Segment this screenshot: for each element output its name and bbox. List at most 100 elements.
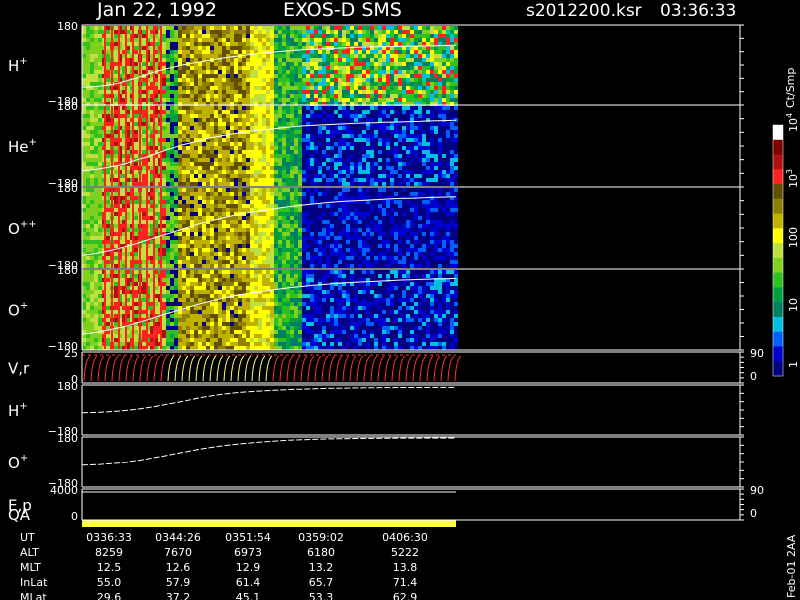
heatmap-cell [290, 46, 294, 50]
heatmap-cell [446, 138, 450, 142]
heatmap-cell [266, 264, 270, 268]
heatmap-cell [354, 38, 358, 42]
heatmap-cell [98, 26, 102, 30]
heatmap-cell [246, 70, 250, 74]
heatmap-cell [214, 30, 218, 34]
heatmap-cell [330, 142, 334, 146]
heatmap-cell [98, 46, 102, 50]
heatmap-cell [254, 196, 258, 200]
heatmap-cell [202, 42, 206, 46]
heatmap-cell [186, 138, 190, 142]
heatmap-cell [310, 162, 314, 166]
heatmap-cell [90, 74, 94, 78]
heatmap-cell [250, 174, 254, 178]
heatmap-cell [222, 94, 226, 98]
heatmap-cell [450, 150, 454, 154]
heatmap-cell [362, 30, 366, 34]
heatmap-cell [402, 158, 406, 162]
heatmap-cell [314, 142, 318, 146]
heatmap-cell [378, 90, 382, 94]
heatmap-cell [250, 244, 254, 248]
heatmap-cell [98, 260, 102, 264]
heatmap-cell [318, 236, 322, 240]
heatmap-cell [170, 142, 174, 146]
heatmap-cell [114, 208, 118, 212]
heatmap-cell [422, 54, 426, 58]
heatmap-cell [190, 122, 194, 126]
heatmap-cell [174, 94, 178, 98]
heatmap-cell [86, 216, 90, 220]
heatmap-cell [274, 66, 278, 70]
heatmap-cell [226, 98, 230, 102]
heatmap-cell [298, 200, 302, 204]
heatmap-cell [426, 46, 430, 50]
heatmap-cell [166, 30, 170, 34]
heatmap-cell [234, 192, 238, 196]
heatmap-cell [190, 110, 194, 114]
heatmap-cell [318, 196, 322, 200]
heatmap-cell [374, 130, 378, 134]
heatmap-cell [322, 70, 326, 74]
heatmap-cell [246, 66, 250, 70]
heatmap-cell [402, 66, 406, 70]
heatmap-cell [446, 70, 450, 74]
heatmap-cell [262, 130, 266, 134]
heatmap-cell [266, 142, 270, 146]
heatmap-cell [230, 154, 234, 158]
heatmap-cell [254, 150, 258, 154]
heatmap-cell [190, 188, 194, 192]
heatmap-cell [330, 134, 334, 138]
heatmap-cell [178, 66, 182, 70]
heatmap-cell [322, 78, 326, 82]
heatmap-cell [426, 178, 430, 182]
heatmap-cell [162, 62, 166, 66]
heatmap-cell [246, 170, 250, 174]
heatmap-cell [174, 166, 178, 170]
heatmap-cell [442, 130, 446, 134]
heatmap-cell [218, 118, 222, 122]
heatmap-cell [334, 114, 338, 118]
heatmap-cell [430, 126, 434, 130]
heatmap-cell [302, 182, 306, 186]
heatmap-cell [258, 212, 262, 216]
heatmap-cell [278, 196, 282, 200]
heatmap-cell [198, 74, 202, 78]
heatmap-cell [210, 82, 214, 86]
heatmap-cell [390, 158, 394, 162]
heatmap-cell [86, 236, 90, 240]
heatmap-cell [98, 174, 102, 178]
heatmap-cell [366, 118, 370, 122]
heatmap-cell [442, 182, 446, 186]
heatmap-cell [230, 98, 234, 102]
heatmap-cell [294, 236, 298, 240]
heatmap-cell [382, 58, 386, 62]
heatmap-cell [398, 134, 402, 138]
heatmap-cell [258, 38, 262, 42]
heatmap-cell [358, 130, 362, 134]
heatmap-cell [162, 260, 166, 264]
heatmap-cell [446, 114, 450, 118]
heatmap-cell [426, 50, 430, 54]
heatmap-cell [214, 122, 218, 126]
heatmap-cell [98, 38, 102, 42]
heatmap-cell [194, 158, 198, 162]
heatmap-cell [410, 38, 414, 42]
heatmap-cell [226, 86, 230, 90]
heatmap-cell [186, 118, 190, 122]
heatmap-cell [418, 90, 422, 94]
heatmap-cell [442, 90, 446, 94]
heatmap-cell [410, 130, 414, 134]
heatmap-cell [430, 166, 434, 170]
heatmap-cell [418, 94, 422, 98]
heatmap-cell [238, 154, 242, 158]
heatmap-cell [230, 142, 234, 146]
heatmap-cell [450, 138, 454, 142]
heatmap-cell [170, 94, 174, 98]
heatmap-cell [250, 82, 254, 86]
heatmap-cell [106, 122, 110, 126]
heatmap-cell [418, 138, 422, 142]
heatmap-cell [134, 228, 138, 232]
heatmap-cell [94, 170, 98, 174]
heatmap-cell [166, 252, 170, 256]
heatmap-cell [286, 150, 290, 154]
